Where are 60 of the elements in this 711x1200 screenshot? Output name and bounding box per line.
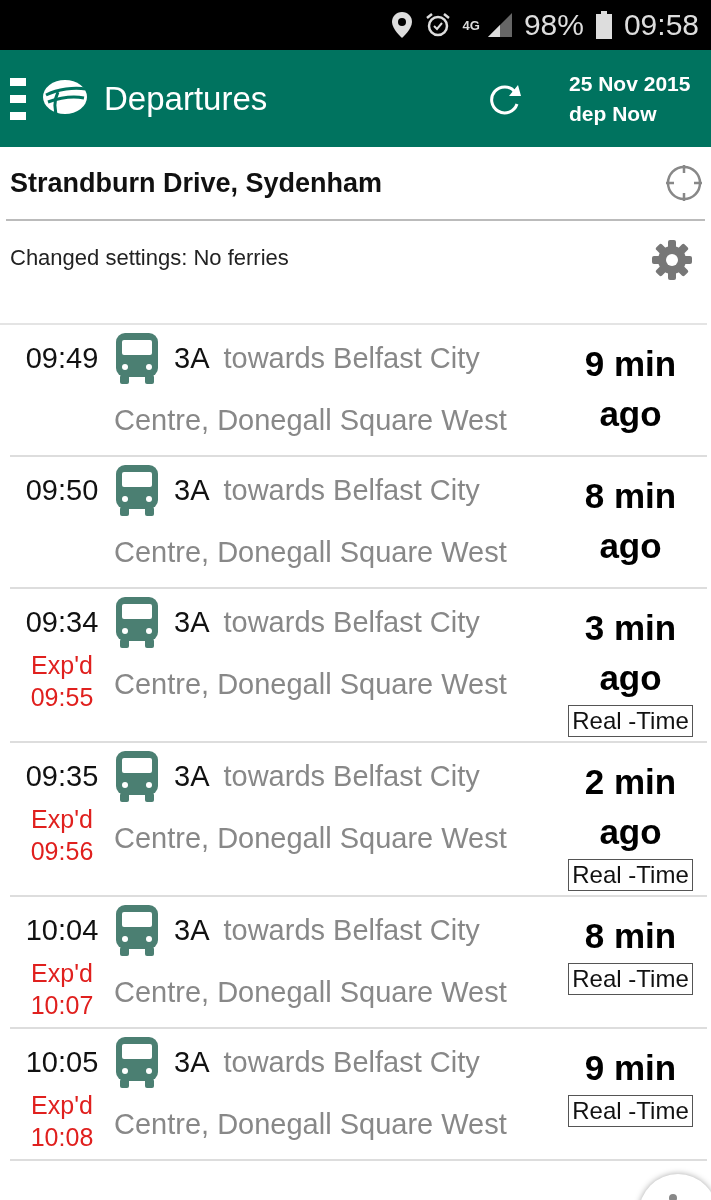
bus-icon bbox=[114, 595, 160, 649]
departure-row[interactable]: 09:50 3A towards Belfast City Centre, Donegall Square West 8 min ago bbox=[10, 457, 707, 589]
real-time-badge: Real -Time bbox=[568, 1095, 693, 1127]
screen-title: Departures bbox=[104, 79, 268, 118]
settings-icon[interactable] bbox=[651, 239, 693, 281]
scheduled-time: 09:50 bbox=[25, 473, 99, 508]
due-time: 3 min ago bbox=[583, 607, 678, 699]
network-type: 4G bbox=[462, 17, 480, 33]
real-time-badge: Real -Time bbox=[568, 859, 693, 891]
expected-time: Exp'd 09:56 bbox=[29, 804, 95, 867]
due-time: 8 min ago bbox=[583, 475, 678, 567]
destination: towards Belfast City bbox=[223, 913, 480, 948]
route-number: 3A bbox=[174, 341, 210, 376]
expected-time: Exp'd 09:55 bbox=[29, 650, 95, 713]
expected-time: Exp'd 10:07 bbox=[29, 958, 95, 1021]
route-number: 3A bbox=[174, 605, 210, 640]
scheduled-time: 09:35 bbox=[25, 759, 99, 794]
destination: towards Belfast City bbox=[223, 605, 480, 640]
route-number: 3A bbox=[174, 473, 210, 508]
destination: towards Belfast City bbox=[223, 473, 480, 508]
battery-icon bbox=[595, 11, 612, 39]
scheduled-time: 09:49 bbox=[25, 341, 99, 376]
location-field[interactable]: Strandburn Drive, Sydenham bbox=[6, 147, 705, 221]
crosshair-icon[interactable] bbox=[665, 164, 703, 202]
settings-note: Changed settings: No ferries bbox=[10, 245, 289, 271]
due-time: 9 min ago bbox=[583, 343, 678, 435]
battery-percent: 98% bbox=[523, 8, 584, 42]
date-button[interactable]: 25 Nov 2015 bbox=[569, 71, 711, 96]
destination: towards Belfast City bbox=[223, 341, 480, 376]
scheduled-time: 10:05 bbox=[25, 1045, 99, 1080]
real-time-badge: Real -Time bbox=[568, 705, 693, 737]
bus-icon bbox=[114, 903, 160, 957]
real-time-badge: Real -Time bbox=[568, 963, 693, 995]
due-time: 9 min bbox=[583, 1047, 678, 1089]
route-number: 3A bbox=[174, 1045, 210, 1080]
location-pin-icon bbox=[390, 11, 413, 39]
menu-icon[interactable] bbox=[10, 77, 26, 120]
route-number: 3A bbox=[174, 913, 210, 948]
destination: Centre, Donegall Square West bbox=[114, 403, 508, 438]
scheduled-time: 10:04 bbox=[25, 913, 99, 948]
destination: Centre, Donegall Square West bbox=[114, 821, 508, 856]
due-time: 8 min bbox=[583, 915, 678, 957]
destination: towards Belfast City bbox=[223, 759, 480, 794]
departure-time-button[interactable]: dep Now bbox=[569, 101, 711, 126]
destination: Centre, Donegall Square West bbox=[114, 1107, 508, 1142]
alarm-clock-icon bbox=[424, 12, 451, 38]
expected-time: Exp'd 10:08 bbox=[29, 1090, 95, 1153]
destination: Centre, Donegall Square West bbox=[114, 975, 508, 1010]
destination: Centre, Donegall Square West bbox=[114, 667, 508, 702]
clock: 09:58 bbox=[623, 8, 699, 42]
scheduled-time: 09:34 bbox=[25, 605, 99, 640]
route-number: 3A bbox=[174, 759, 210, 794]
departure-row[interactable]: 09:49 3A towards Belfast City Centre, Donegall Square West 9 min ago bbox=[10, 325, 707, 457]
bus-icon bbox=[114, 463, 160, 517]
bus-icon bbox=[114, 1035, 160, 1089]
due-time: 2 min ago bbox=[583, 761, 678, 853]
bus-icon bbox=[114, 749, 160, 803]
destination: towards Belfast City bbox=[223, 1045, 480, 1080]
destination: Centre, Donegall Square West bbox=[114, 535, 508, 570]
bus-icon bbox=[114, 331, 160, 385]
